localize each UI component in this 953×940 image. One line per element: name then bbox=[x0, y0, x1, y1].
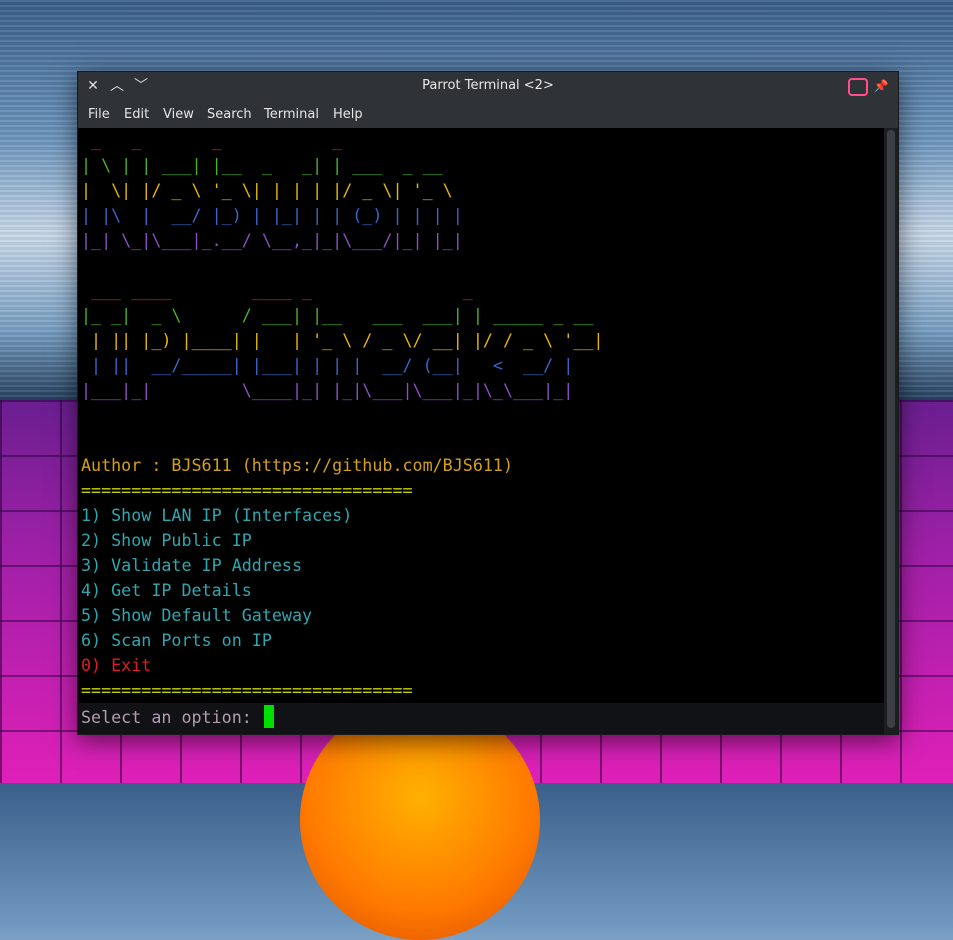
menu-option: 6) Scan Ports on IP bbox=[81, 630, 272, 650]
menu-help[interactable]: Help bbox=[333, 107, 363, 122]
title-bar[interactable]: ✕ ︿ ﹀ Parrot Terminal <2> 📌 bbox=[78, 72, 898, 100]
banner2-line: ___ ____ ____ _ _ bbox=[81, 280, 473, 300]
terminal-output[interactable]: _ _ _ _ | \ | | ___| |__ _ _| | ___ _ __… bbox=[78, 128, 884, 734]
menu-file[interactable]: File bbox=[88, 107, 110, 122]
menu-view[interactable]: View bbox=[163, 107, 194, 122]
menu-option: 2) Show Public IP bbox=[81, 530, 252, 550]
banner1-line: | \| |/ _ \ '_ \| | | | |/ _ \| '_ \ bbox=[81, 180, 453, 200]
menu-bar: File Edit View Search Terminal Help bbox=[78, 100, 898, 128]
banner1-line: | |\ | __/ |_) | |_| | | (_) | | | | bbox=[81, 205, 463, 225]
menu-search[interactable]: Search bbox=[207, 107, 252, 122]
scrollbar-thumb[interactable] bbox=[887, 130, 895, 728]
menu-option: 3) Validate IP Address bbox=[81, 555, 303, 575]
banner2-line: | || __/_____| |___| | | | __/ (__| < __… bbox=[81, 355, 574, 375]
banner2-line: |___|_| \____|_| |_|\___|\___|_|\_\___|_… bbox=[81, 380, 574, 400]
menu-edit[interactable]: Edit bbox=[124, 107, 149, 122]
banner2-line: |_ _| _ \ / ___| |__ ___ ___| | _____ _ … bbox=[81, 305, 594, 325]
author-line: Author : BJS611 (https://github.com/BJS6… bbox=[81, 455, 514, 475]
prompt-line[interactable]: Select an option: bbox=[81, 705, 274, 730]
pin-icon[interactable]: 📌 bbox=[872, 77, 890, 95]
window-title: Parrot Terminal <2> bbox=[422, 78, 554, 93]
separator-top: ================================= bbox=[81, 480, 413, 500]
terminal-window: ✕ ︿ ﹀ Parrot Terminal <2> 📌 File Edit Vi… bbox=[77, 71, 899, 735]
banner2-line: | || |_) |____| | | '_ \ / _ \/ __| |/ /… bbox=[81, 330, 604, 350]
separator-bottom: ================================= bbox=[81, 680, 413, 700]
menu-terminal[interactable]: Terminal bbox=[264, 107, 319, 122]
menu-option: 1) Show LAN IP (Interfaces) bbox=[81, 505, 353, 525]
menu-option: 5) Show Default Gateway bbox=[81, 605, 313, 625]
text-cursor bbox=[263, 705, 274, 728]
wallpaper-sun bbox=[300, 700, 540, 940]
banner1-line: |_| \_|\___|_.__/ \__,_|_|\___/|_| |_| bbox=[81, 230, 463, 250]
prompt-text: Select an option: bbox=[81, 707, 262, 727]
menu-option: 4) Get IP Details bbox=[81, 580, 252, 600]
banner1-line: _ _ _ _ bbox=[81, 130, 343, 150]
exit-option: 0) Exit bbox=[81, 655, 152, 675]
terminal-app-icon bbox=[848, 78, 868, 96]
scrollbar[interactable] bbox=[884, 128, 898, 734]
banner1-line: | \ | | ___| |__ _ _| | ___ _ __ bbox=[81, 155, 443, 175]
